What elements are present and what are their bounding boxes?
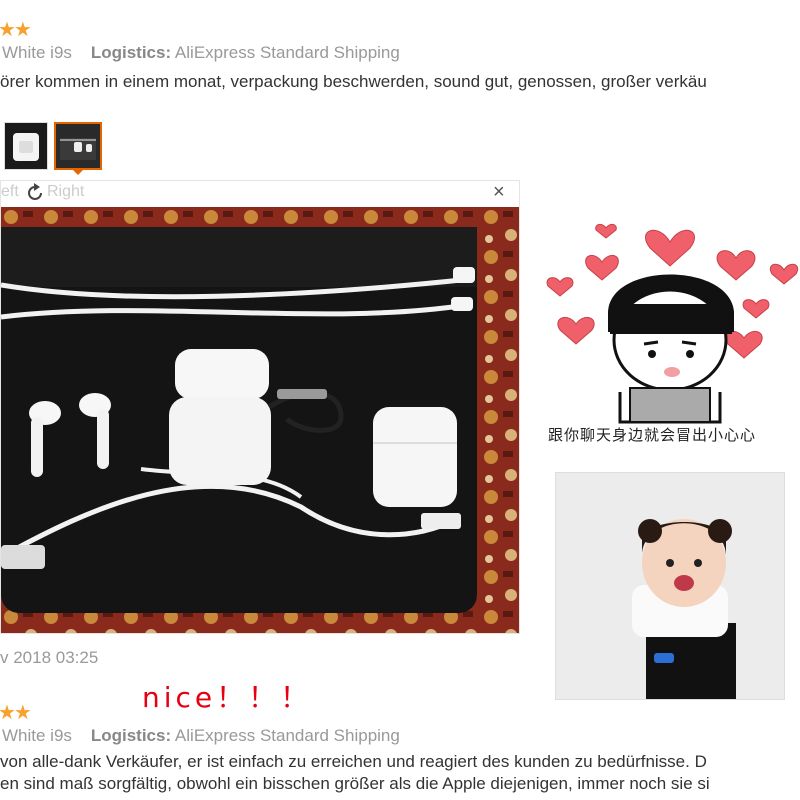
logistics-value: AliExpress Standard Shipping [174,43,400,62]
thumbnail-pointer [72,169,84,175]
review-rating-stars: ★★ [0,19,32,41]
child-photo-sticker [555,472,785,700]
viewer-toolbar: eft Right × [1,181,519,205]
review-meta: White i9s Logistics: AliExpress Standard… [2,43,400,63]
color-value: White i9s [2,726,72,745]
rotate-left-button[interactable]: eft [1,183,19,201]
review-photo-thumbnail-selected[interactable] [54,122,102,170]
photo-viewer: eft Right × [0,180,520,634]
review-rating-stars: ★★ [0,702,32,724]
nice-annotation: nice！！！ [142,681,313,714]
review-text: örer kommen in einem monat, verpackung b… [0,72,707,91]
child-photo-image [556,473,784,699]
review-date: v 2018 03:25 [0,648,99,667]
rotate-icon[interactable] [25,183,45,203]
rotate-right-button[interactable]: Right [47,183,84,201]
cartoon-girl-hearts-image [546,223,798,424]
review-photo-thumbnail[interactable] [4,122,48,170]
logistics-label: Logistics: [90,726,172,745]
logistics-value: AliExpress Standard Shipping [174,726,400,745]
thumbnail-image [60,138,96,160]
logistics-label: Logistics: [90,43,172,62]
heart-sticker [540,212,800,452]
color-value: White i9s [2,43,72,62]
close-icon[interactable]: × [493,181,505,204]
review-text-line: von alle-dank Verkäufer, er ist einfach … [0,752,707,771]
review-meta: White i9s Logistics: AliExpress Standard… [2,726,400,746]
sticker-caption: 跟你聊天身边就会冒出小心心 [548,426,757,444]
review-photo [1,207,519,633]
thumbnail-image [13,133,39,161]
review-text-line: en sind maß sorgfältig, obwohl ein bissc… [0,774,710,793]
